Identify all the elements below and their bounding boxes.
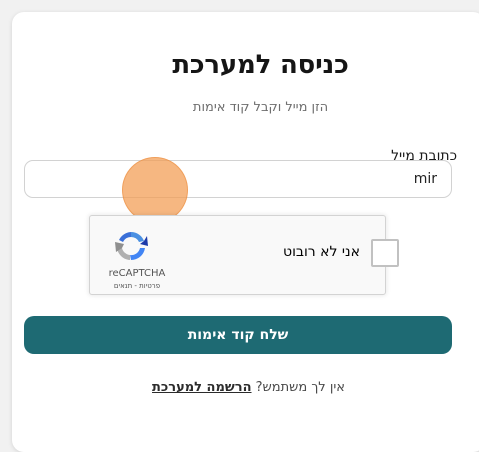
recaptcha-logo-icon <box>115 232 148 261</box>
recaptcha-brand: reCAPTCHA <box>108 268 166 279</box>
signup-row: אין לך משתמש? הרשמה למערכת <box>0 380 479 395</box>
send-code-button[interactable]: שלח קוד אימות <box>24 316 452 354</box>
recaptcha-checkbox[interactable] <box>371 239 399 267</box>
signup-link[interactable]: הרשמה למערכת <box>152 380 251 395</box>
email-input[interactable] <box>24 160 452 198</box>
recaptcha-links[interactable]: פרטיות - תנאים <box>96 282 178 290</box>
page-subtitle: הזן מייל וקבל קוד אימות <box>192 100 329 115</box>
page-title: כניסה למערכת <box>172 50 349 80</box>
signup-question: אין לך משתמש? <box>255 380 345 395</box>
recaptcha-widget: אני לא רובוט reCAPTCHA פרטיות - תנאים <box>89 215 399 295</box>
recaptcha-label: אני לא רובוט <box>282 244 360 260</box>
